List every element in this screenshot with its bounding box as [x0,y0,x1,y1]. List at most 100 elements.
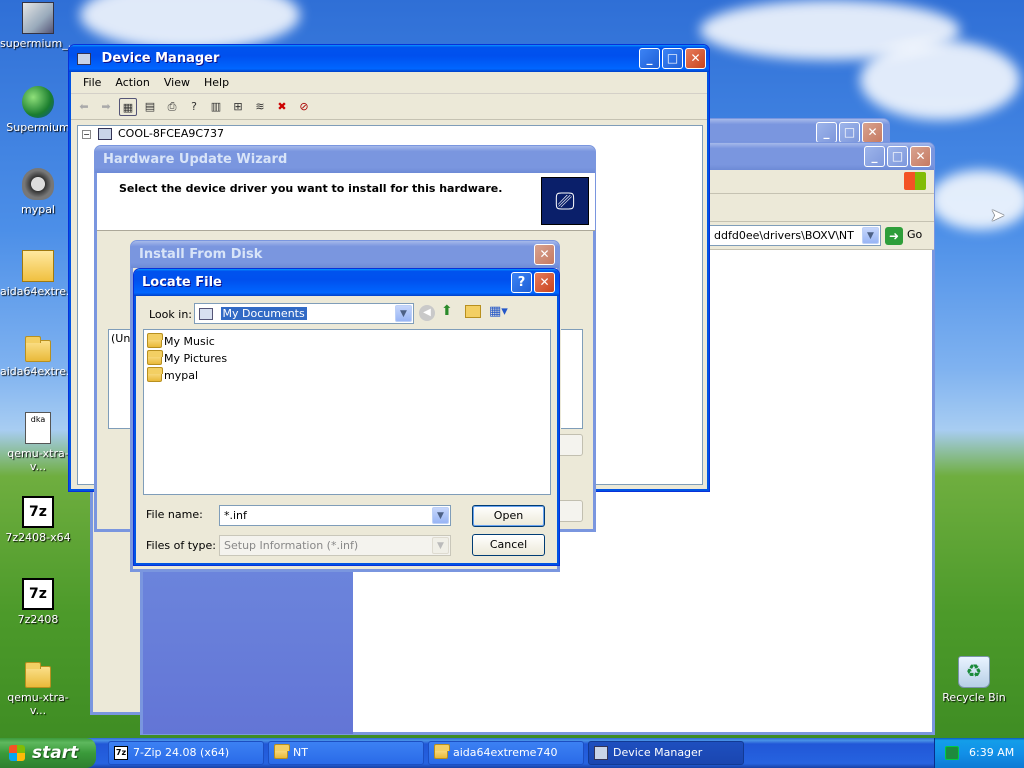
print-icon[interactable]: ⎙ [163,98,181,116]
look-in-label: Look in: [149,308,192,321]
maximize-button[interactable]: □ [887,146,908,167]
computer-icon [594,746,608,760]
minimize-button[interactable]: _ [816,122,837,143]
update-driver-icon[interactable]: ≋ [251,98,269,116]
wizard-heading: Select the device driver you want to ins… [119,182,503,195]
have-disk-button[interactable] [557,434,583,456]
chevron-down-icon[interactable]: ▼ [432,507,449,524]
go-arrow-icon[interactable]: ➜ [885,227,903,245]
desktop-icon-supermium[interactable]: Supermium [0,86,76,134]
titlebar[interactable]: Device Manager [69,45,709,72]
forward-arrow-icon[interactable]: ➡ [97,98,115,116]
show-hide-tree-icon[interactable]: ▦ [119,97,137,116]
my-documents-icon [199,308,213,320]
start-button[interactable]: start [0,738,96,768]
menu-action[interactable]: Action [109,76,155,89]
desktop-icon-qemu-file[interactable]: dka qemu-xtra-v... [0,412,76,473]
close-button[interactable]: ✕ [685,48,706,69]
computer-icon [98,128,112,140]
minimize-button[interactable]: _ [639,48,660,69]
desktop-icon-recycle-bin[interactable]: ♻ Recycle Bin [936,656,1012,704]
close-button[interactable]: ✕ [862,122,883,143]
up-folder-icon[interactable]: ⬆ [441,303,453,319]
maximize-button[interactable]: □ [662,48,683,69]
windows-logo-icon [9,745,25,761]
titlebar[interactable]: Locate File [134,269,559,296]
7zip-icon: 7z [114,746,128,760]
menu-file[interactable]: File [77,76,107,89]
task-device-manager[interactable]: Device Manager [588,741,744,765]
properties-icon[interactable]: ▤ [141,98,159,116]
cancel-button[interactable]: Cancel [472,534,545,556]
disable-icon[interactable]: ⊘ [295,98,313,116]
titlebar[interactable]: Install From Disk [131,241,559,268]
toolbar: ⬅ ➡ ▦ ▤ ⎙ ? ▥ ⊞ ≋ ✖ ⊘ [71,94,707,120]
desktop-icon-supermium-installer[interactable]: supermium_... [0,2,78,50]
desktop-icon-7z-x64[interactable]: 7z 7z2408-x64 [0,496,76,544]
task-aida64[interactable]: aida64extreme740 [428,741,584,765]
chevron-down-icon[interactable]: ▼ [395,305,412,322]
desktop-icon-qemu-folder[interactable]: qemu-xtra-v... [0,660,76,717]
maximize-button[interactable]: □ [839,122,860,143]
7zip-icon: 7z [22,496,54,528]
file-name-label: File name: [146,508,203,521]
go-button-label[interactable]: Go [907,228,922,241]
back-arrow-icon[interactable]: ⬅ [75,98,93,116]
open-button[interactable]: Open [472,505,545,527]
tree-root-label[interactable]: COOL-8FCEA9C737 [118,127,224,140]
scan-hardware-icon[interactable]: ⊞ [229,98,247,116]
titlebar[interactable]: Hardware Update Wizard [95,146,595,173]
menu-help[interactable]: Help [198,76,235,89]
7zip-icon: 7z [22,578,54,610]
clock[interactable]: 6:39 AM [969,746,1014,759]
view-icon[interactable]: ▥ [207,98,225,116]
file-type-dropdown[interactable]: Setup Information (*.inf) ▼ [219,535,451,556]
chevron-down-icon[interactable]: ▼ [862,227,879,244]
menu-view[interactable]: View [158,76,196,89]
wizard-header: Select the device driver you want to ins… [97,173,595,231]
zip-folder-icon [22,250,54,282]
folder-icon [25,662,51,688]
close-button[interactable]: ✕ [534,244,555,265]
look-in-dropdown[interactable]: My Documents ▼ [194,303,414,324]
minimize-button[interactable]: _ [864,146,885,167]
wizard-cancel-button[interactable] [557,500,583,522]
view-menu-icon[interactable]: ▦▾ [489,304,508,319]
window-title: Device Manager [101,51,220,66]
menubar: File Action View Help [71,72,707,94]
window-title: Hardware Update Wizard [103,152,288,167]
look-in-value: My Documents [220,307,307,320]
desktop-icon-mypal[interactable]: mypal [0,168,76,216]
back-icon[interactable]: ◀ [419,305,435,321]
collapse-icon[interactable]: − [82,130,91,139]
file-name-input[interactable]: *.inf ▼ [219,505,451,526]
system-tray: 6:39 AM [934,738,1024,768]
window-title: Install From Disk [139,247,263,262]
close-button[interactable]: ✕ [910,146,931,167]
locate-file-dialog[interactable]: Locate File ? ✕ Look in: My Documents ▼ … [133,268,560,566]
new-folder-icon[interactable] [465,305,481,318]
help-icon[interactable]: ? [185,98,203,116]
task-7zip[interactable]: 7z 7-Zip 24.08 (x64) [108,741,264,765]
address-field[interactable]: ddfd0ee\drivers\BOXV\NT ▼ [709,225,881,246]
mypal-icon [22,168,54,200]
installer-icon [22,2,54,34]
windows-logo-icon [904,172,926,190]
computer-icon [77,52,91,65]
tray-app-icon[interactable] [945,746,959,760]
mouse-cursor-icon: ➤ [990,205,1006,226]
folder-icon [434,744,450,759]
uninstall-icon[interactable]: ✖ [273,98,291,116]
chevron-down-icon: ▼ [432,537,449,554]
desktop-icon-7z[interactable]: 7z 7z2408 [0,578,76,626]
task-nt[interactable]: NT [268,741,424,765]
close-button[interactable]: ✕ [534,272,555,293]
desktop-icon-aida64-folder[interactable]: aida64extre... [0,334,76,378]
desktop-icon-aida64-zip[interactable]: aida64extre... [0,250,76,298]
document-icon: dka [25,412,51,444]
pictures-folder-icon [147,350,163,365]
recycle-bin-icon: ♻ [958,656,990,688]
help-button[interactable]: ? [511,272,532,293]
driver-list-right [561,329,583,429]
file-type-label: Files of type: [146,539,217,552]
